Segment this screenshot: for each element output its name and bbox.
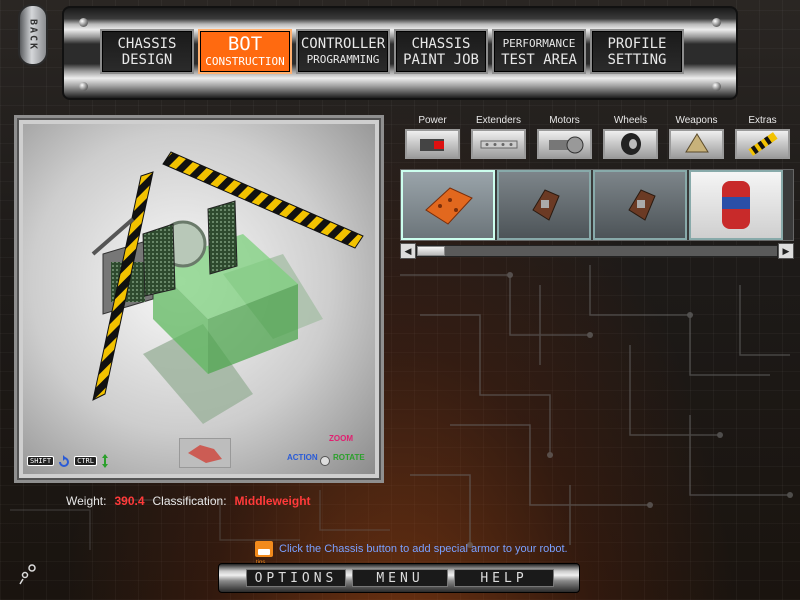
classification-label: Classification:	[152, 494, 227, 508]
category-extras[interactable]: Extras	[732, 113, 793, 159]
wheel-icon	[620, 133, 641, 155]
part-item[interactable]	[593, 170, 687, 240]
mouse-icon	[320, 456, 330, 466]
tab-label-line1: PERFORMANCE	[502, 36, 576, 50]
options-label: OPTIONS	[254, 570, 338, 586]
weight-value: 390.4	[114, 494, 145, 508]
bot-model[interactable]	[23, 124, 375, 474]
viewport-canvas[interactable]: SHIFT CTRL ACTION ZOOM ROTATE	[23, 124, 375, 474]
menu-button[interactable]: MENU	[352, 569, 448, 587]
canister-icon	[722, 181, 750, 229]
category-extenders[interactable]: Extenders	[468, 113, 529, 159]
help-label: HELP	[480, 570, 528, 586]
part-item[interactable]	[497, 170, 591, 240]
tab-label-line2: SETTING	[607, 51, 667, 68]
part-categories: Power Extenders Motors Wheels Weapons Ex…	[398, 113, 798, 159]
tab-chassis-paint-job[interactable]: CHASSIS PAINT JOB	[394, 29, 488, 74]
tab-chassis-design[interactable]: CHASSIS DESIGN	[100, 29, 194, 74]
bolt-icon	[79, 18, 88, 27]
tab-performance-test-area[interactable]: PERFORMANCE TEST AREA	[492, 29, 586, 74]
armor-plate-dark-icon	[628, 189, 656, 221]
category-label: Wheels	[613, 115, 648, 126]
category-power[interactable]: Power	[402, 113, 463, 159]
tab-label-line2: TEST AREA	[501, 51, 577, 68]
zoom-label: ZOOM	[329, 434, 353, 443]
rotate-label: ROTATE	[333, 453, 365, 462]
category-label: Power	[418, 115, 447, 126]
armor-plate-dark-icon	[532, 189, 560, 221]
menu-label: MENU	[376, 570, 424, 586]
tab-label-line1: PROFILE	[607, 35, 667, 52]
part-item[interactable]	[401, 170, 495, 240]
move-arrow-icon	[101, 454, 108, 468]
tab-label-line2: PAINT JOB	[403, 51, 479, 68]
circuit-traces	[400, 265, 793, 548]
motor-icon	[548, 136, 583, 154]
extender-bar-icon	[480, 140, 517, 149]
parts-panel: Power Extenders Motors Wheels Weapons Ex…	[398, 113, 798, 261]
action-label: ACTION	[287, 453, 318, 462]
tab-label-line1: CHASSIS	[117, 35, 177, 52]
tab-profile-setting[interactable]: PROFILE SETTING	[590, 29, 684, 74]
weight-label: Weight:	[66, 494, 107, 508]
scroll-left-button[interactable]: ◀	[400, 243, 416, 259]
bot-3d-viewport[interactable]: SHIFT CTRL ACTION ZOOM ROTATE	[14, 115, 384, 483]
tab-controller-programming[interactable]: CONTROLLER PROGRAMMING	[296, 29, 390, 74]
tab-label-line1: CHASSIS	[411, 35, 471, 52]
category-label: Weapons	[675, 115, 718, 126]
tab-label-line2: DESIGN	[121, 51, 173, 68]
classification-value: Middleweight	[234, 494, 311, 508]
tip-bar: Click the Chassis button to add special …	[255, 541, 568, 566]
bot-stats: Weight: 390.4 Classification: Middleweig…	[66, 494, 311, 508]
scroll-track[interactable]	[416, 245, 778, 257]
tab-label-line2: PROGRAMMING	[306, 52, 380, 66]
tip-text: Click the Chassis button to add special …	[279, 543, 568, 555]
parts-scrollbar[interactable]: ◀ ▶	[400, 243, 794, 259]
category-wheels[interactable]: Wheels	[600, 113, 661, 159]
back-button[interactable]: BACK	[18, 4, 48, 66]
category-motors[interactable]: Motors	[534, 113, 595, 159]
navigation-legend: ACTION ZOOM ROTATE	[287, 434, 371, 468]
armor-preview-icon	[188, 445, 222, 463]
tab-label-line2: CONSTRUCTION	[205, 54, 285, 68]
armor-plate-orange-icon	[425, 187, 473, 225]
options-button[interactable]: OPTIONS	[246, 569, 346, 587]
nav-tabs: CHASSIS DESIGN BOT CONSTRUCTION CONTROLL…	[100, 29, 684, 74]
bolt-icon	[712, 82, 721, 91]
spike-icon	[684, 133, 709, 153]
help-button[interactable]: HELP	[454, 569, 554, 587]
scroll-thumb[interactable]	[417, 246, 445, 256]
bolt-icon	[712, 18, 721, 27]
tips-icon	[255, 541, 273, 566]
category-label: Motors	[549, 115, 580, 126]
tab-bot-construction[interactable]: BOT CONSTRUCTION	[198, 29, 292, 74]
battery-icon	[419, 139, 444, 151]
part-preview-thumbnail	[179, 438, 231, 468]
part-item[interactable]	[689, 170, 783, 240]
category-label: Extras	[748, 115, 777, 126]
category-weapons[interactable]: Weapons	[666, 113, 727, 159]
part-items-list	[400, 169, 794, 241]
ctrl-key-label: CTRL	[74, 456, 97, 466]
shift-key-label: SHIFT	[27, 456, 55, 466]
back-button-label: BACK	[27, 18, 39, 52]
armor-panel	[142, 223, 176, 297]
camera-control-hint: SHIFT CTRL	[27, 454, 110, 468]
scroll-right-button[interactable]: ▶	[778, 243, 794, 259]
logo-icon	[19, 564, 36, 585]
bolt-icon	[79, 82, 88, 91]
hazard-stripe-icon	[747, 132, 778, 156]
tab-label-line1: CONTROLLER	[300, 35, 386, 52]
tab-label-line1: BOT	[227, 32, 263, 55]
category-label: Extenders	[475, 115, 522, 126]
rotate-arrow-icon	[59, 455, 70, 467]
armor-panel	[207, 200, 238, 275]
